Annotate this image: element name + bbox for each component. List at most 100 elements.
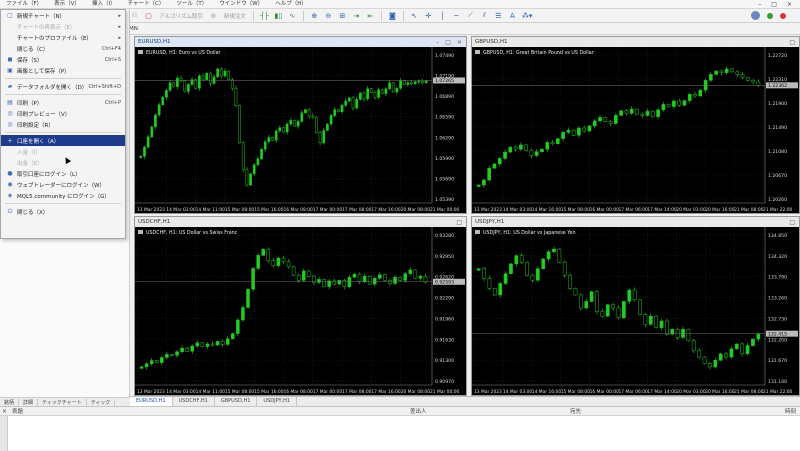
zoom-in-icon[interactable]: ⊕ [309, 10, 320, 21]
candle-body [508, 146, 513, 153]
stop-icon[interactable]: ▢ [143, 10, 154, 21]
sheet-tab-usdchf[interactable]: USDCHF,H1 [173, 397, 215, 406]
close-icon[interactable]: × [457, 39, 462, 46]
menu-window[interactable]: ウインドウ（W） [213, 0, 269, 9]
candle-body [729, 348, 734, 358]
candle-body [278, 127, 282, 132]
file-menu-item-label: MQL5.community にログイン（G） [17, 193, 110, 200]
candle-body [342, 280, 347, 287]
file-menu-item[interactable]: ＋ 口座を開く（A） [1, 135, 125, 146]
file-menu-item[interactable]: チャートの再表示（E） ▸ [1, 21, 125, 32]
chart-window-usdjpy[interactable]: USDJPY,H1 □ 134.850 134.320 133.790 133.260… [471, 216, 800, 396]
channel-icon[interactable]: ⫽ [479, 10, 490, 21]
sheet-tab-gbpusd[interactable]: GBPUSD,H1 [215, 397, 258, 406]
price-chart[interactable]: 1.22720 1.22310 1.21900 1.21490 1.21080 1.206… [472, 47, 799, 213]
file-menu-item[interactable]: ▤ 印刷（P） Ctrl+P [1, 97, 125, 108]
candle-body [165, 90, 168, 98]
screenshot-icon[interactable]: ◙ [387, 10, 398, 21]
column-time[interactable]: 時刻 [785, 407, 796, 415]
file-menu-item[interactable]: ◉ ウェブトレーダーにログイン（W） [1, 179, 125, 190]
shapes-icon[interactable]: ⁂▾ [521, 10, 534, 21]
candlestick-icon[interactable]: ▮▯ [273, 10, 284, 21]
menu-chart[interactable]: チャート（C） [122, 0, 171, 9]
chart-window-title: EURUSD,H1 [138, 39, 171, 45]
crosshair-icon[interactable]: ✛ [423, 10, 434, 21]
candle-body [413, 269, 418, 279]
candle-body [561, 132, 565, 139]
zoom-out-icon[interactable]: ⊖ [323, 10, 334, 21]
avatar[interactable] [751, 11, 760, 20]
file-menu-item[interactable]: チャートのプロファイル（E） ▸ [1, 32, 125, 43]
bar-chart-icon[interactable]: ┤├ [259, 10, 270, 21]
column-to[interactable]: 宛先 [570, 407, 581, 415]
restore-icon[interactable]: □ [789, 39, 795, 46]
file-menu-item[interactable]: ▰ データフォルダを開く（D） Ctrl+Shift+D [1, 81, 125, 92]
line-chart-icon[interactable]: ∿ [287, 10, 298, 21]
candle-body [702, 356, 707, 364]
price-chart[interactable]: 134.850 134.320 133.790 133.260 132.730 132.2… [472, 227, 799, 395]
candle-body [677, 100, 682, 106]
candle-body [578, 294, 583, 309]
minimize-icon[interactable]: – [436, 39, 439, 46]
tab-details[interactable]: 詳細 [19, 398, 39, 406]
file-menu-item[interactable]: ● 取引口座にログイン（L） [1, 168, 125, 179]
undo-icon[interactable]: ⎌ [129, 10, 140, 21]
restore-icon[interactable]: □ [789, 219, 795, 226]
tab-ticks[interactable]: ティック [87, 398, 116, 406]
chart-window-gbpusd[interactable]: GBPUSD,H1 □ 1.22720 1.22310 1.21900 1.21490… [471, 36, 800, 214]
candle-body [417, 80, 421, 83]
file-menu-item-label: ウェブトレーダーにログイン（W） [17, 182, 105, 189]
tab-symbols[interactable]: 銘柄 [0, 398, 20, 406]
horizontal-line-icon[interactable]: ─ [451, 10, 462, 21]
file-menu-item[interactable]: ⏻ 閉じる（X） [1, 206, 125, 217]
chart-window-usdchf[interactable]: USDCHF,H1 □ 0.93280 0.92950 0.92620 0.92290… [134, 216, 467, 396]
file-menu-item[interactable]: 閉じる（C） Ctrl+F4 [1, 43, 125, 54]
menu-tools[interactable]: ツール（T） [170, 0, 213, 9]
sheet-tab-usdjpy[interactable]: USDJPY,H1 [257, 397, 298, 406]
file-menu-item[interactable]: ◈ MQL5.community にログイン（G） [1, 190, 125, 201]
text-icon[interactable]: A [507, 10, 518, 21]
navigator-tabs: 銘柄 詳細 ティックチャート ティック [0, 397, 130, 406]
minimize-icon[interactable]: – [758, 1, 761, 8]
candle-body [756, 333, 761, 340]
price-chart[interactable]: 0.932800.929500.926200.922900.919600.916… [135, 227, 466, 395]
column-from[interactable]: 差出人 [410, 407, 427, 415]
restore-icon[interactable]: □ [456, 219, 462, 226]
fibonacci-icon[interactable]: ☰ [493, 10, 504, 21]
file-menu-item[interactable]: ◎ 印刷設定（R） [1, 119, 125, 130]
candle-body [358, 92, 362, 100]
candle-body [661, 104, 666, 111]
scroll-chart-icon[interactable]: ⇥ [351, 10, 362, 21]
sheet-tab-eurusd[interactable]: EURUSD,H1 [130, 397, 173, 406]
new-order-button[interactable]: 新規注文 [222, 12, 248, 20]
new-order-icon[interactable]: ⊕ [208, 10, 219, 21]
price-chart[interactable]: 1.074901.071901.068901.065901.062901.059… [135, 47, 466, 213]
tile-windows-icon[interactable]: ⊞ [337, 10, 348, 21]
cursor-icon[interactable]: ↖ [409, 10, 420, 21]
file-menu-item[interactable]: ▣ 画像として保存（P） [1, 65, 125, 76]
trendline-icon[interactable]: ⟋ [465, 10, 476, 21]
tab-tick-chart[interactable]: ティックチャート [38, 398, 87, 406]
menu-insert[interactable]: 挿入（I） [86, 0, 122, 9]
signal-icon[interactable] [780, 12, 786, 19]
close-icon[interactable]: × [2, 407, 7, 416]
chart-window-eurusd[interactable]: EURUSD,H1 – □ × 1.07490 1.07190 1.06890 1.065… [134, 36, 467, 214]
column-subject[interactable]: 表題 [12, 407, 23, 415]
candle-body [740, 74, 745, 78]
maximize-icon[interactable]: □ [771, 1, 777, 8]
candle-body [366, 88, 369, 100]
file-menu-item[interactable]: ◼ 保存（S） Ctrl+S [1, 54, 125, 65]
file-menu-item[interactable]: 入金（I） [1, 146, 125, 157]
algo-trading-button[interactable]: アルゴリズム取引 [157, 12, 205, 20]
close-icon[interactable]: × [787, 1, 792, 8]
file-menu-item[interactable]: ◎ 印刷プレビュー（V） [1, 108, 125, 119]
autoscroll-icon[interactable]: ⇤ [365, 10, 376, 21]
vertical-line-icon[interactable]: │ [437, 10, 448, 21]
candle-body [719, 70, 724, 73]
menu-file[interactable]: ファイル（F） [0, 0, 48, 9]
menu-help[interactable]: ヘルプ（H） [269, 0, 313, 9]
candle-body [598, 117, 602, 122]
maximize-icon[interactable]: □ [445, 39, 451, 46]
menu-view[interactable]: 表示（V） [48, 0, 86, 9]
file-menu-item[interactable]: ▢ 新規チャート（N） ▸ [1, 10, 125, 21]
